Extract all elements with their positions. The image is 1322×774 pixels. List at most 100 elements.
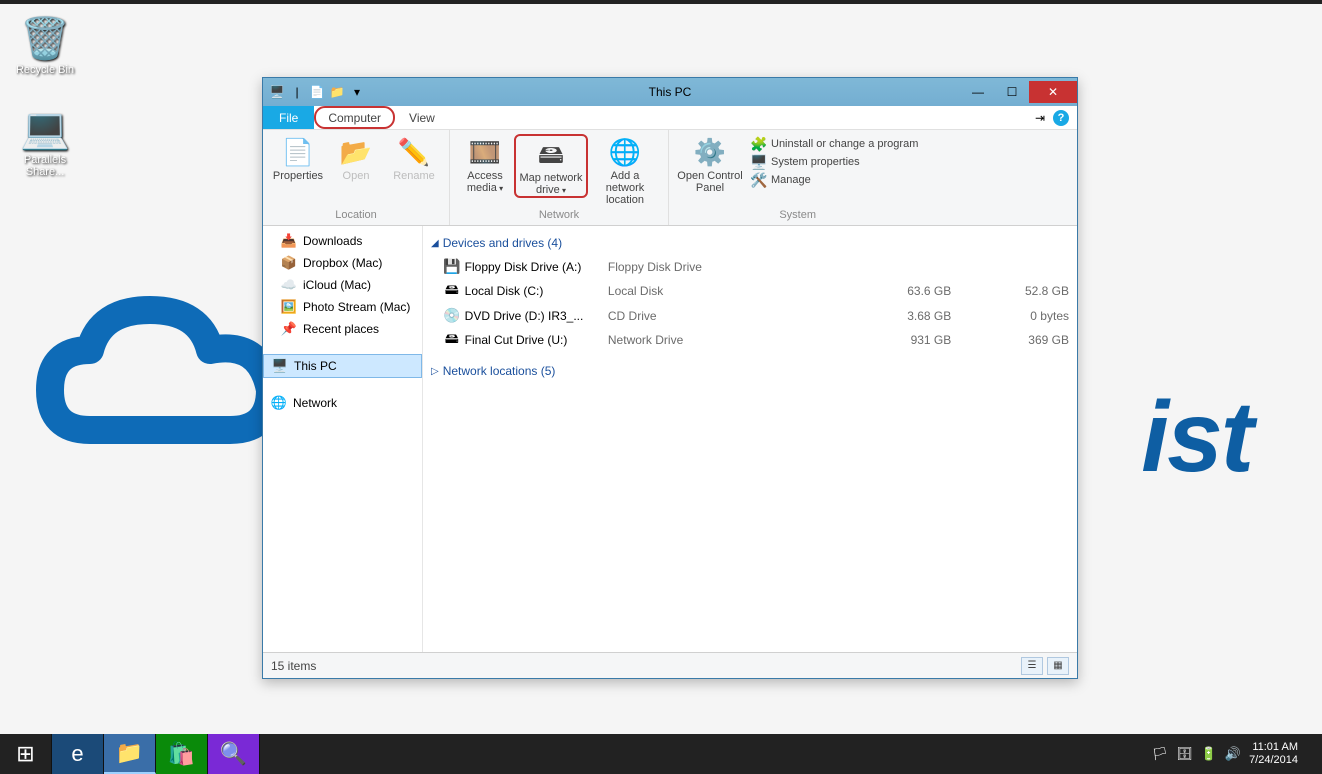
open-control-panel-button[interactable]: ⚙️ Open Control Panel: [675, 134, 745, 194]
ribbon-label: Properties: [273, 170, 323, 182]
ribbon-group-location: 📄 Properties 📂 Open ✏️ Rename Location: [263, 130, 450, 225]
drive-type: Local Disk: [608, 284, 834, 298]
taskbar-app-search[interactable]: 🔍: [208, 734, 260, 774]
drive-icon: 🖴: [443, 328, 461, 352]
add-network-location-icon: 🌐: [609, 136, 641, 168]
properties-button[interactable]: 📄 Properties: [269, 134, 327, 182]
recycle-bin-icon: 🗑️: [21, 14, 69, 62]
group-devices-header[interactable]: ◢ Devices and drives (4): [431, 236, 1069, 250]
add-network-location-button[interactable]: 🌐 Add a network location: [588, 134, 662, 206]
system-properties-button[interactable]: 🖥️ System properties: [751, 154, 918, 170]
minimize-button[interactable]: —: [961, 81, 995, 103]
qat-sep: |: [289, 84, 305, 100]
navigation-pane: 📥Downloads 📦Dropbox (Mac) ☁️ iCloud (Mac)…: [263, 226, 423, 652]
tray-battery-icon[interactable]: 🔋: [1201, 746, 1217, 762]
window-controls: — ☐ ✕: [961, 81, 1077, 103]
ribbon-group-label: System: [675, 207, 920, 223]
brand-text-fragment: ist: [1141, 380, 1252, 495]
drive-row[interactable]: 🖴Local Disk (C:)Local Disk63.6 GB52.8 GB: [431, 277, 1069, 305]
open-icon: 📂: [340, 136, 372, 168]
control-panel-icon: ⚙️: [694, 136, 726, 168]
expand-arrow-icon: ▷: [431, 366, 439, 377]
nav-item-this-pc[interactable]: 🖥️ This PC: [263, 354, 422, 378]
help-icon[interactable]: ?: [1053, 110, 1069, 126]
nav-item-label: iCloud (Mac): [303, 278, 371, 292]
open-button[interactable]: 📂 Open: [327, 134, 385, 182]
tab-file[interactable]: File: [263, 106, 314, 129]
drive-type: Floppy Disk Drive: [608, 260, 834, 274]
system-properties-icon: 🖥️: [751, 154, 767, 170]
icons-view-button[interactable]: ▦: [1047, 657, 1069, 675]
rename-icon: ✏️: [398, 136, 430, 168]
status-bar: 15 items ☰ ▦: [263, 652, 1077, 678]
nav-item-label: Downloads: [303, 234, 362, 248]
recent-icon: 📌: [281, 321, 297, 337]
nav-item-dropbox[interactable]: 📦Dropbox (Mac): [263, 252, 422, 274]
titlebar[interactable]: 🖥️ | 📄 📁 ▾ This PC — ☐ ✕: [263, 78, 1077, 106]
map-network-drive-icon: 🖴: [535, 138, 567, 170]
drive-row[interactable]: 🖴Final Cut Drive (U:)Network Drive931 GB…: [431, 326, 1069, 354]
ribbon-group-system: ⚙️ Open Control Panel 🧩 Uninstall or cha…: [669, 130, 926, 225]
drive-row[interactable]: 💾Floppy Disk Drive (A:)Floppy Disk Drive: [431, 256, 1069, 277]
uninstall-icon: 🧩: [751, 136, 767, 152]
details-view-button[interactable]: ☰: [1021, 657, 1043, 675]
drive-free: 52.8 GB: [951, 284, 1069, 298]
drive-row[interactable]: 💿DVD Drive (D:) IR3_...CD Drive3.68 GB0 …: [431, 305, 1069, 326]
taskbar-app-store[interactable]: 🛍️: [156, 734, 208, 774]
tab-view[interactable]: View: [395, 106, 449, 129]
access-media-icon: 🎞️: [469, 136, 501, 168]
ribbon-label: System properties: [771, 156, 860, 168]
close-button[interactable]: ✕: [1029, 81, 1077, 103]
tray-flag-icon[interactable]: 🏳: [1152, 746, 1169, 762]
nav-item-label: Recent places: [303, 322, 379, 336]
explorer-icon: 📁: [116, 740, 143, 766]
uninstall-program-button[interactable]: 🧩 Uninstall or change a program: [751, 136, 918, 152]
quick-access-toolbar: 🖥️ | 📄 📁 ▾: [263, 84, 365, 100]
ribbon-group-network: 🎞️ Access media 🖴 Map network drive 🌐 Ad…: [450, 130, 669, 225]
start-button[interactable]: ⊞: [0, 734, 52, 774]
ribbon-tab-row: File Computer View ⇥ ?: [263, 106, 1077, 130]
tray-volume-icon[interactable]: 🔊: [1225, 746, 1241, 762]
nav-item-label: This PC: [294, 359, 337, 373]
qat-new-icon[interactable]: 📄: [309, 84, 325, 100]
search-icon: 🔍: [220, 741, 247, 767]
map-network-drive-button[interactable]: 🖴 Map network drive: [514, 134, 588, 198]
group-header-label: Devices and drives (4): [443, 236, 562, 250]
drive-size: 63.6 GB: [834, 284, 952, 298]
access-media-button[interactable]: 🎞️ Access media: [456, 134, 514, 194]
ribbon: 📄 Properties 📂 Open ✏️ Rename Location: [263, 130, 1077, 226]
ribbon-label: Manage: [771, 174, 811, 186]
drive-name: Local Disk (C:): [461, 284, 608, 298]
nav-item-label: Dropbox (Mac): [303, 256, 382, 270]
store-icon: 🛍️: [168, 741, 195, 767]
maximize-button[interactable]: ☐: [995, 81, 1029, 103]
this-pc-icon: 🖥️: [272, 358, 288, 374]
minimize-ribbon-icon[interactable]: ⇥: [1035, 111, 1045, 125]
tab-computer[interactable]: Computer: [314, 106, 395, 129]
drive-free: 0 bytes: [951, 309, 1069, 323]
rename-button[interactable]: ✏️ Rename: [385, 134, 443, 182]
network-icon: 🌐: [271, 395, 287, 411]
tray-clock[interactable]: 11:01 AM 7/24/2014: [1249, 741, 1298, 767]
desktop-icon-parallels-share[interactable]: 💻 Parallels Share...: [10, 104, 80, 178]
qat-dropdown-icon[interactable]: ▾: [349, 84, 365, 100]
clock-date: 7/24/2014: [1249, 754, 1298, 767]
group-header-label: Network locations (5): [443, 364, 556, 378]
nav-item-icloud[interactable]: ☁️ iCloud (Mac): [263, 274, 422, 296]
manage-button[interactable]: 🛠️ Manage: [751, 172, 918, 188]
desktop-icon-recycle-bin[interactable]: 🗑️ Recycle Bin: [10, 14, 80, 76]
icloud-icon: ☁️: [281, 277, 297, 293]
qat-open-icon[interactable]: 📁: [329, 84, 345, 100]
taskbar-app-explorer[interactable]: 📁: [104, 734, 156, 774]
group-network-locations-header[interactable]: ▷ Network locations (5): [431, 364, 1069, 378]
nav-item-recent[interactable]: 📌 Recent places: [263, 318, 422, 340]
nav-item-photostream[interactable]: 🖼️Photo Stream (Mac): [263, 296, 422, 318]
tray-drive-icon[interactable]: 🗄: [1176, 746, 1193, 762]
desktop-icon-label: Parallels Share...: [10, 154, 80, 178]
ribbon-label: Open: [343, 170, 370, 182]
manage-icon: 🛠️: [751, 172, 767, 188]
nav-item-network[interactable]: 🌐Network: [263, 392, 422, 414]
drive-icon: 🖴: [443, 279, 461, 303]
nav-item-downloads[interactable]: 📥Downloads: [263, 230, 422, 252]
taskbar-app-ie[interactable]: e: [52, 734, 104, 774]
